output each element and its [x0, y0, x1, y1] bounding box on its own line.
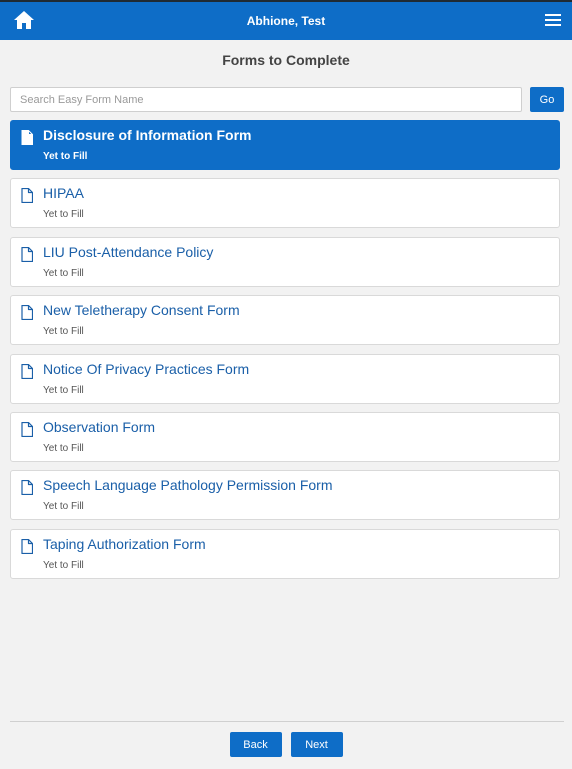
form-status: Yet to Fill [43, 384, 84, 396]
document-icon [21, 188, 33, 204]
go-button[interactable]: Go [530, 87, 564, 112]
document-icon [21, 421, 33, 437]
user-name: Abhione, Test [246, 14, 326, 28]
form-name: HIPAA [43, 185, 84, 202]
back-button[interactable]: Back [229, 732, 282, 757]
search-row: Go [10, 87, 564, 112]
form-name: Observation Form [43, 418, 156, 435]
form-list-item[interactable]: Observation Form Yet to Fill [10, 411, 560, 462]
form-status: Yet to Fill [43, 559, 84, 571]
document-icon [21, 538, 33, 554]
form-list-item[interactable]: New Teletherapy Consent Form Yet to Fill [10, 295, 560, 346]
form-name: New Teletherapy Consent Form [43, 302, 240, 319]
footer-buttons: Back Next [0, 732, 572, 757]
app-root: Abhione, Test Forms to Complete Go Discl… [0, 0, 572, 769]
document-icon [21, 130, 33, 145]
form-status: Yet to Fill [43, 326, 84, 338]
next-button[interactable]: Next [290, 732, 343, 757]
form-name: Disclosure of Information Form [43, 127, 252, 143]
form-name: Speech Language Pathology Permission For… [43, 477, 333, 494]
form-name: LIU Post-Attendance Policy [43, 243, 214, 260]
search-input[interactable] [10, 87, 522, 112]
form-list-item[interactable]: HIPAA Yet to Fill [10, 178, 560, 229]
form-name: Taping Authorization Form [43, 535, 206, 552]
form-status: Yet to Fill [43, 442, 84, 454]
form-list-item[interactable]: Disclosure of Information Form Yet to Fil… [10, 120, 560, 170]
form-status: Yet to Fill [43, 267, 84, 279]
home-icon[interactable] [12, 8, 36, 32]
form-name: Notice Of Privacy Practices Form [43, 360, 250, 377]
page-title: Forms to Complete [222, 52, 350, 68]
form-status: Yet to Fill [43, 209, 84, 221]
form-list-item[interactable]: Notice Of Privacy Practices Form Yet to F… [10, 353, 560, 404]
document-icon [21, 305, 33, 321]
form-list: Disclosure of Information Form Yet to Fil… [10, 120, 560, 587]
footer-divider [10, 721, 564, 722]
form-list-item[interactable]: Taping Authorization Form Yet to Fill [10, 528, 560, 579]
document-icon [21, 363, 33, 379]
form-list-item[interactable]: Speech Language Pathology Permission For… [10, 470, 560, 521]
document-icon [21, 480, 33, 496]
form-list-item[interactable]: LIU Post-Attendance Policy Yet to Fill [10, 236, 560, 287]
hamburger-menu-icon[interactable] [544, 12, 562, 28]
document-icon [21, 246, 33, 262]
form-status: Yet to Fill [43, 151, 88, 162]
top-navigation-bar: Abhione, Test [0, 0, 572, 40]
form-status: Yet to Fill [43, 501, 84, 513]
